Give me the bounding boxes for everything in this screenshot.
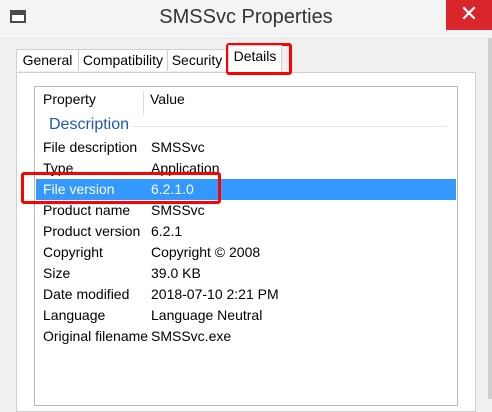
column-header-property[interactable]: Property: [43, 91, 96, 107]
close-button[interactable]: ✕: [446, 0, 492, 30]
property-name: Size: [43, 265, 71, 281]
property-value: Copyright © 2008: [151, 244, 261, 260]
annotation-box-file-version: [21, 172, 221, 204]
group-divider: [132, 126, 447, 127]
property-name: File description: [43, 139, 138, 155]
list-row-date-modified[interactable]: Date modified 2018-07-10 2:21 PM: [36, 284, 456, 305]
property-name: Language: [43, 307, 106, 323]
list-row-original-filename[interactable]: Original filename SMSSvc.exe: [36, 326, 456, 347]
property-value: Language Neutral: [151, 307, 263, 323]
property-name: Original filename: [43, 328, 149, 344]
list-row-language[interactable]: Language Language Neutral: [36, 305, 456, 326]
property-value: 2018-07-10 2:21 PM: [151, 286, 279, 302]
list-row-size[interactable]: Size 39.0 KB: [36, 263, 456, 284]
list-row-product-version[interactable]: Product version 6.2.1: [36, 221, 456, 242]
column-separator[interactable]: [143, 91, 144, 115]
title-bar: SMSSvc Properties ✕: [0, 0, 492, 39]
property-value: 39.0 KB: [151, 265, 201, 281]
group-header-description: Description: [49, 116, 130, 133]
tab-compatibility[interactable]: Compatibility: [78, 49, 168, 71]
list-row-file-description[interactable]: File description SMSSvc: [36, 137, 456, 158]
property-name: Copyright: [43, 244, 103, 260]
property-name: Product version: [43, 223, 141, 239]
tab-general[interactable]: General: [16, 49, 79, 71]
window-title: SMSSvc Properties: [159, 6, 333, 28]
property-name: Product name: [43, 202, 131, 218]
property-value: SMSSvc: [151, 139, 205, 155]
property-value: SMSSvc.exe: [151, 328, 232, 344]
list-header: Property Value: [35, 87, 457, 115]
list-row-copyright[interactable]: Copyright Copyright © 2008: [36, 242, 456, 263]
property-name: Date modified: [43, 286, 130, 302]
column-header-value[interactable]: Value: [150, 91, 185, 107]
tab-security[interactable]: Security: [167, 49, 227, 71]
details-list[interactable]: Property Value Description File descript…: [34, 86, 458, 406]
property-value: 6.2.1: [151, 223, 183, 239]
window-frame-right: [488, 38, 492, 399]
tab-details[interactable]: Details: [228, 45, 282, 72]
property-value: SMSSvc: [151, 202, 205, 218]
